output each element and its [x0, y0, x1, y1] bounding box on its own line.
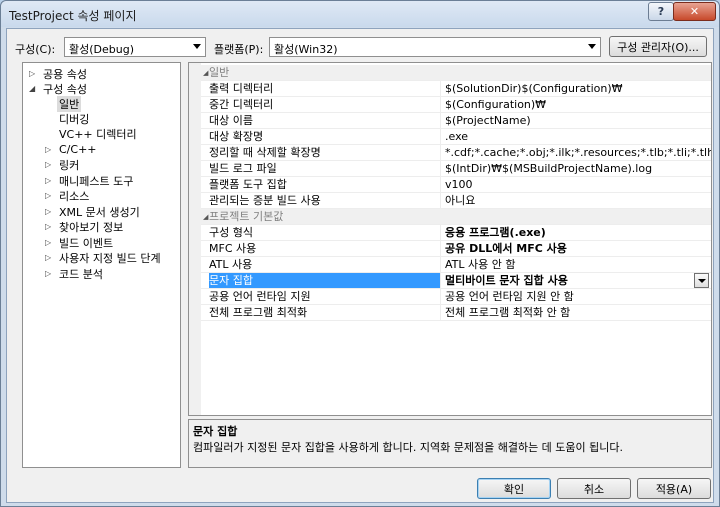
- close-button[interactable]: ✕: [673, 2, 716, 21]
- property-row-selected[interactable]: 문자 집합 멀티바이트 문자 집합 사용: [201, 273, 711, 289]
- tree-item-xml-document-generator[interactable]: ▷ XML 문서 생성기: [45, 204, 142, 219]
- dropdown-arrow-icon[interactable]: [694, 273, 709, 288]
- property-row[interactable]: 전체 프로그램 최적화 전체 프로그램 최적화 안 함: [201, 305, 711, 321]
- property-row[interactable]: MFC 사용 공유 DLL에서 MFC 사용: [201, 241, 711, 257]
- ok-button[interactable]: 확인: [477, 478, 551, 499]
- property-row[interactable]: 공용 언어 런타임 지원 공용 언어 런타임 지원 안 함: [201, 289, 711, 305]
- tree-item-vc-directories[interactable]: VC++ 디렉터리: [45, 126, 139, 141]
- configuration-manager-button[interactable]: 구성 관리자(O)...: [609, 36, 707, 57]
- platform-combo[interactable]: 활성(Win32): [269, 37, 601, 57]
- category-general[interactable]: ◢ 일반: [201, 65, 711, 81]
- property-row[interactable]: ATL 사용 ATL 사용 안 함: [201, 257, 711, 273]
- expand-arrow-icon[interactable]: ▷: [45, 207, 57, 216]
- category-project-defaults[interactable]: ◢ 프로젝트 기본값: [201, 209, 711, 225]
- description-pane: 문자 집합 컴파일러가 지정된 문자 집합을 사용하게 합니다. 지역화 문제점…: [188, 419, 712, 468]
- expand-arrow-icon[interactable]: ▷: [45, 145, 57, 154]
- expand-arrow-icon[interactable]: ▷: [29, 69, 41, 78]
- category-tree[interactable]: ▷ 공용 속성 ◢ 구성 속성 일반 디버깅 VC++ 디렉터리 ▷ C/C++ ▷ 링…: [22, 62, 181, 468]
- configuration-combo[interactable]: 활성(Debug): [64, 37, 206, 57]
- description-title: 문자 집합: [193, 425, 238, 438]
- property-row[interactable]: 출력 디렉터리 $(SolutionDir)$(Configuration)₩: [201, 81, 711, 97]
- chevron-down-icon: [193, 44, 201, 49]
- expand-arrow-icon[interactable]: ▷: [45, 176, 57, 185]
- property-grid[interactable]: ◢ 일반 출력 디렉터리 $(SolutionDir)$(Configuratio…: [188, 62, 712, 416]
- tree-item-manifest-tool[interactable]: ▷ 매니페스트 도구: [45, 173, 135, 188]
- window-title: TestProject 속성 페이지: [9, 9, 137, 23]
- tree-item-general[interactable]: 일반: [45, 95, 82, 112]
- title-bar[interactable]: TestProject 속성 페이지 ? ✕: [1, 1, 719, 27]
- property-row[interactable]: 대상 이름 $(ProjectName): [201, 113, 711, 129]
- expand-arrow-icon[interactable]: ▷: [45, 269, 57, 278]
- property-row[interactable]: 관리되는 증분 빌드 사용 아니요: [201, 193, 711, 209]
- expand-arrow-icon[interactable]: ▷: [45, 191, 57, 200]
- property-row[interactable]: 대상 확장명 .exe: [201, 129, 711, 145]
- tree-item-c-cpp[interactable]: ▷ C/C++: [45, 142, 99, 157]
- apply-button[interactable]: 적용(A): [637, 478, 711, 499]
- tree-item-build-events[interactable]: ▷ 빌드 이벤트: [45, 235, 115, 250]
- tree-item-configuration-properties[interactable]: ◢ 구성 속성: [29, 81, 89, 96]
- collapse-arrow-icon[interactable]: ◢: [29, 84, 41, 93]
- expand-arrow-icon[interactable]: ▷: [45, 222, 57, 231]
- expand-arrow-icon[interactable]: ▷: [45, 238, 57, 247]
- property-row[interactable]: 정리할 때 삭제할 확장명 *.cdf;*.cache;*.obj;*.ilk;*…: [201, 145, 711, 161]
- tree-item-linker[interactable]: ▷ 링커: [45, 157, 81, 172]
- dialog-client-area: 구성(C): 활성(Debug) 플랫폼(P): 활성(Win32) 구성 관리…: [6, 28, 714, 503]
- collapse-arrow-icon[interactable]: ◢: [203, 69, 208, 77]
- property-row[interactable]: 중간 디렉터리 $(Configuration)₩: [201, 97, 711, 113]
- tree-item-browse-information[interactable]: ▷ 찾아보기 정보: [45, 219, 125, 234]
- chevron-down-icon: [588, 44, 596, 49]
- property-row[interactable]: 플랫폼 도구 집합 v100: [201, 177, 711, 193]
- expand-arrow-icon[interactable]: ▷: [45, 253, 57, 262]
- property-pages-window: TestProject 속성 페이지 ? ✕ 구성(C): 활성(Debug) …: [0, 0, 720, 507]
- tree-item-custom-build-step[interactable]: ▷ 사용자 지정 빌드 단계: [45, 250, 163, 265]
- tree-item-debugging[interactable]: 디버깅: [45, 111, 91, 126]
- property-row[interactable]: 빌드 로그 파일 $(IntDir)₩$(MSBuildProjectName).…: [201, 161, 711, 177]
- property-row[interactable]: 구성 형식 응용 프로그램(.exe): [201, 225, 711, 241]
- grid-gutter: [189, 63, 201, 415]
- configuration-value: 활성(Debug): [69, 43, 134, 56]
- tree-item-resources[interactable]: ▷ 리소스: [45, 188, 91, 203]
- tree-item-common-properties[interactable]: ▷ 공용 속성: [29, 66, 89, 81]
- expand-arrow-icon[interactable]: ▷: [45, 160, 57, 169]
- cancel-button[interactable]: 취소: [557, 478, 631, 499]
- collapse-arrow-icon[interactable]: ◢: [203, 213, 208, 221]
- help-button[interactable]: ?: [648, 2, 674, 21]
- configuration-label: 구성(C):: [15, 43, 56, 56]
- platform-label: 플랫폼(P):: [214, 43, 264, 56]
- tree-item-code-analysis[interactable]: ▷ 코드 분석: [45, 266, 105, 281]
- platform-value: 활성(Win32): [274, 43, 338, 56]
- description-text: 컴파일러가 지정된 문자 집합을 사용하게 합니다. 지역화 문제점을 해결하는…: [193, 441, 624, 454]
